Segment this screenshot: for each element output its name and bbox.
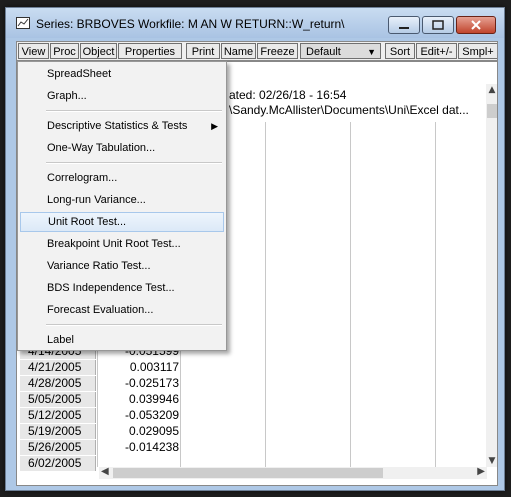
menu-item-variance-ratio-test[interactable]: Variance Ratio Test... <box>20 256 224 276</box>
scroll-thumb[interactable] <box>487 104 497 118</box>
maximize-icon[interactable] <box>422 16 454 34</box>
row-value[interactable]: -0.014238 <box>97 440 179 455</box>
proc-button[interactable]: Proc <box>50 43 79 59</box>
menu-separator <box>46 110 222 112</box>
row-date: 5/05/2005 <box>20 392 96 407</box>
window-title: Series: BRBOVES Workfile: M AN W RETURN:… <box>36 17 345 31</box>
menu-item-correlogram[interactable]: Correlogram... <box>20 168 224 188</box>
row-value[interactable]: 0.029095 <box>97 424 179 439</box>
menu-item-graph[interactable]: Graph... <box>20 86 224 106</box>
close-icon[interactable] <box>456 16 496 34</box>
menu-item-forecast-evaluation[interactable]: Forecast Evaluation... <box>20 300 224 320</box>
scroll-up-icon[interactable]: ▲ <box>486 85 497 95</box>
menu-item-unit-root-test[interactable]: Unit Root Test... <box>20 212 224 232</box>
table-row[interactable]: 5/12/2005 -0.053209 <box>17 408 487 424</box>
name-button[interactable]: Name <box>221 43 256 59</box>
scroll-right-icon[interactable]: ▶ <box>477 466 485 477</box>
sample-button[interactable]: Smpl+ <box>458 43 497 59</box>
title-bar[interactable]: Series: BRBOVES Workfile: M AN W RETURN:… <box>6 8 504 38</box>
row-value[interactable]: 0.039946 <box>97 392 179 407</box>
series-window-icon[interactable] <box>16 17 30 29</box>
menu-item-bds-independence-test[interactable]: BDS Independence Test... <box>20 278 224 298</box>
row-date: 4/21/2005 <box>20 360 96 375</box>
row-date: 6/02/2005 <box>20 456 96 471</box>
table-row[interactable]: 4/21/2005 0.003117 <box>17 360 487 376</box>
display-select[interactable]: Default ▼ <box>300 43 381 59</box>
menu-item-label: Descriptive Statistics & Tests <box>47 120 188 132</box>
object-button[interactable]: Object <box>80 43 117 59</box>
row-value[interactable]: -0.025173 <box>97 376 179 391</box>
row-date: 5/26/2005 <box>20 440 96 455</box>
modified-info: ated: 02/26/18 - 16:54 <box>229 88 347 102</box>
source-path: \Sandy.McAllister\Documents\Uni\Excel da… <box>229 103 469 117</box>
edit-button[interactable]: Edit+/- <box>416 43 457 59</box>
submenu-arrow-icon: ▶ <box>211 121 218 131</box>
sort-button[interactable]: Sort <box>385 43 415 59</box>
freeze-button[interactable]: Freeze <box>257 43 298 59</box>
menu-item-one-way-tabulation[interactable]: One-Way Tabulation... <box>20 138 224 158</box>
display-select-value: Default <box>306 46 341 58</box>
row-date: 5/19/2005 <box>20 424 96 439</box>
horizontal-scrollbar[interactable]: ◀ ▶ <box>99 466 487 479</box>
table-row[interactable]: 4/28/2005 -0.025173 <box>17 376 487 392</box>
table-row[interactable]: 5/26/2005 -0.014238 <box>17 440 487 456</box>
minimize-icon[interactable] <box>388 16 420 34</box>
table-row[interactable]: 5/19/2005 0.029095 <box>17 424 487 440</box>
menu-item-descriptive-stats[interactable]: Descriptive Statistics & Tests ▶ <box>20 116 224 136</box>
row-value[interactable]: 0.003117 <box>97 360 179 375</box>
chevron-down-icon: ▼ <box>367 47 376 57</box>
row-date: 4/28/2005 <box>20 376 96 391</box>
toolbar: View Proc Object Properties Print Name F… <box>16 41 498 61</box>
properties-button[interactable]: Properties <box>118 43 182 59</box>
menu-item-breakpoint-unit-root-test[interactable]: Breakpoint Unit Root Test... <box>20 234 224 254</box>
menu-item-label[interactable]: Label <box>20 330 224 350</box>
scroll-left-icon[interactable]: ◀ <box>101 466 109 477</box>
menu-item-long-run-variance[interactable]: Long-run Variance... <box>20 190 224 210</box>
table-row[interactable]: 5/05/2005 0.039946 <box>17 392 487 408</box>
menu-separator <box>46 324 222 326</box>
scroll-thumb[interactable] <box>113 468 383 478</box>
row-date: 5/12/2005 <box>20 408 96 423</box>
scroll-down-icon[interactable]: ▼ <box>486 456 497 466</box>
view-button[interactable]: View <box>18 43 49 59</box>
row-value[interactable]: -0.053209 <box>97 408 179 423</box>
print-button[interactable]: Print <box>186 43 220 59</box>
view-menu: SpreadSheet Graph... Descriptive Statist… <box>17 61 227 351</box>
menu-item-spreadsheet[interactable]: SpreadSheet <box>20 64 224 84</box>
menu-separator <box>46 162 222 164</box>
vertical-scrollbar[interactable]: ▲ ▼ <box>486 84 497 467</box>
